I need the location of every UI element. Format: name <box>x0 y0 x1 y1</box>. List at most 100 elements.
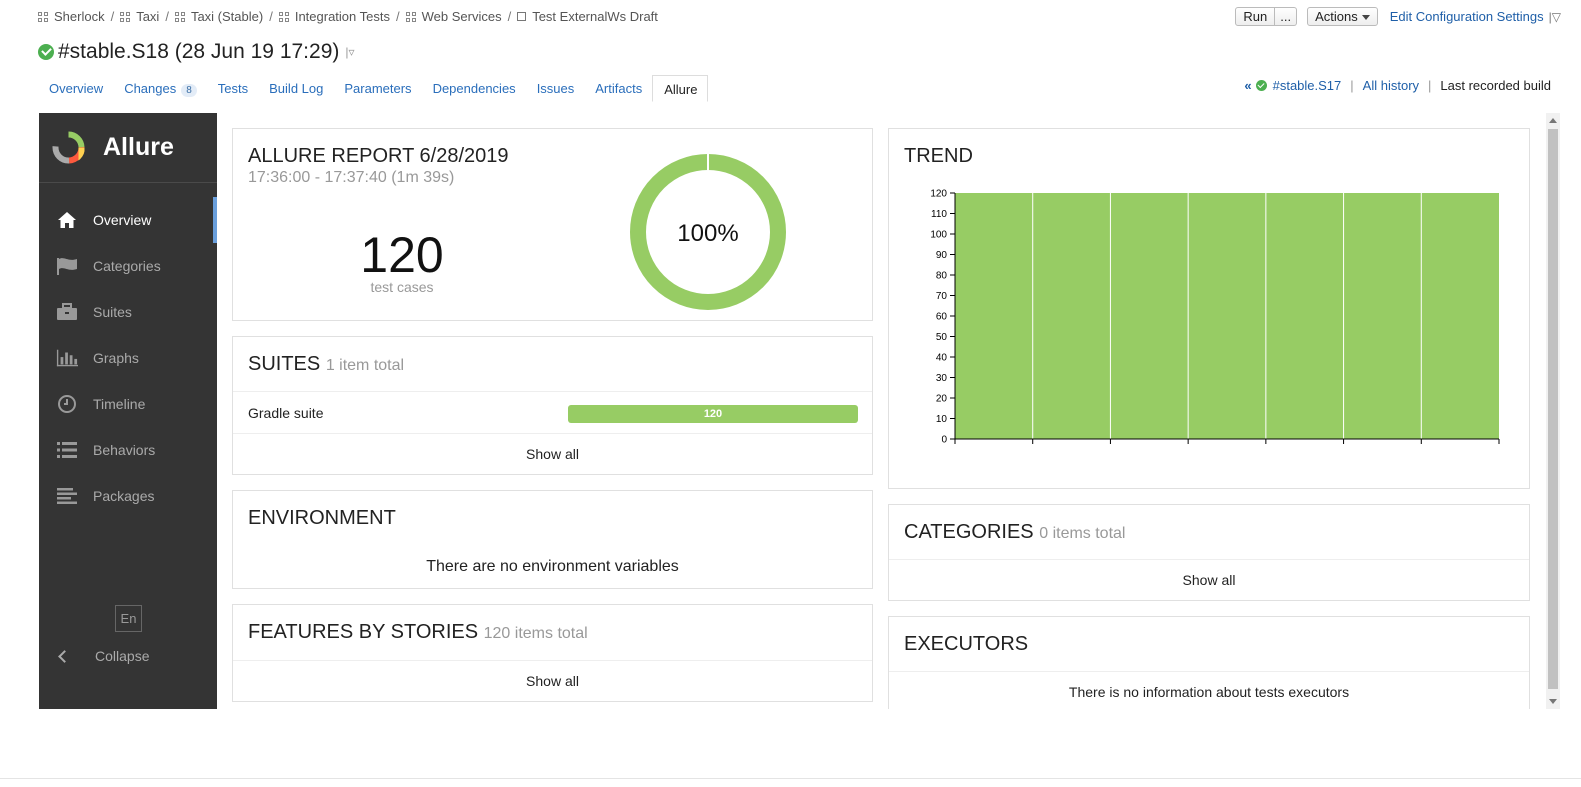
tab-issues[interactable]: Issues <box>526 75 585 102</box>
tab-allure[interactable]: Allure <box>652 75 709 102</box>
scroll-down-icon[interactable] <box>1549 699 1557 704</box>
divider <box>889 559 1529 560</box>
actions-label: Actions <box>1315 9 1358 24</box>
categories-card: CATEGORIES 0 items total Show all <box>888 504 1530 601</box>
breadcrumb-item[interactable]: Sherlock <box>38 9 105 24</box>
allure-nav-suites[interactable]: Suites <box>39 289 217 335</box>
tab-label: Parameters <box>344 81 412 96</box>
environment-card: ENVIRONMENT There are no environment var… <box>232 490 873 589</box>
suite-passed-bar[interactable]: 120 <box>568 405 858 423</box>
tab-overview[interactable]: Overview <box>38 75 113 102</box>
allure-logo-text: Allure <box>103 133 174 161</box>
trend-y-tick-label: 80 <box>936 271 948 282</box>
suites-card: SUITES 1 item total Gradle suite 120 Sho… <box>232 336 873 475</box>
teamcity-header: Sherlock / Taxi / Taxi (Stable) / Integration … <box>0 0 1581 113</box>
build-dropdown-icon[interactable]: |▿ <box>345 45 354 59</box>
suites-show-all-link[interactable]: Show all <box>233 446 872 462</box>
scroll-up-icon[interactable] <box>1549 118 1557 123</box>
tab-tests[interactable]: Tests <box>207 75 258 102</box>
trend-area[interactable] <box>955 193 1499 439</box>
allure-nav-packages[interactable]: Packages <box>39 473 217 519</box>
allure-nav-label: Packages <box>93 488 155 504</box>
tab-label: Artifacts <box>595 81 643 96</box>
breadcrumb-item[interactable]: Taxi <box>120 9 159 24</box>
all-history-link[interactable]: All history <box>1363 78 1419 93</box>
collapse-label: Collapse <box>95 648 150 664</box>
executors-title: EXECUTORS <box>904 633 1029 655</box>
run-button[interactable]: Run <box>1235 7 1276 26</box>
trend-y-tick-label: 50 <box>936 332 948 343</box>
build-tabs: Overview Changes 8 Tests Build Log Parameters… <box>38 75 709 102</box>
chevron-left-icon <box>58 649 71 663</box>
tab-label: Changes <box>124 81 177 96</box>
suite-name: Gradle suite <box>248 405 324 421</box>
trend-y-tick-label: 120 <box>930 189 947 200</box>
tab-label: Allure <box>664 82 698 97</box>
divider <box>889 671 1529 672</box>
collapse-button[interactable]: Collapse <box>39 643 217 669</box>
tab-artifacts[interactable]: Artifacts <box>584 75 652 102</box>
allure-overview-content: ALLURE REPORT 6/28/2019 17:36:00 - 17:37… <box>217 113 1545 709</box>
language-switch[interactable]: En <box>115 605 142 632</box>
allure-nav-label: Overview <box>93 212 152 228</box>
tab-label: Build Log <box>269 81 324 96</box>
edit-config-dropdown-icon[interactable]: |▽ <box>1549 10 1561 24</box>
breadcrumb-item[interactable]: Integration Tests <box>278 9 390 24</box>
allure-nav-label: Timeline <box>93 396 146 412</box>
previous-build-arrows-icon[interactable]: « <box>1244 78 1251 93</box>
trend-y-tick-label: 110 <box>931 209 947 220</box>
grid-icon <box>174 11 185 22</box>
environment-empty-message: There are no environment variables <box>426 558 679 575</box>
content-scrollbar[interactable] <box>1546 113 1560 709</box>
tab-dependencies[interactable]: Dependencies <box>422 75 526 102</box>
suites-title-text: SUITES <box>248 353 321 375</box>
tab-changes[interactable]: Changes 8 <box>113 75 207 102</box>
trend-y-tick-label: 0 <box>941 435 947 446</box>
breadcrumb-separator: / <box>269 9 273 24</box>
features-title: FEATURES BY STORIES 120 items total <box>233 605 872 644</box>
allure-logo-icon <box>52 131 85 164</box>
allure-nav-categories[interactable]: Categories <box>39 243 217 289</box>
top-actions: Run ... Actions Edit Configuration Setti… <box>1235 7 1561 26</box>
success-check-icon <box>38 44 54 60</box>
trend-card: TREND 0 10 20 30 40 50 60 70 80 90 100 110 120 <box>888 128 1530 489</box>
separator: | <box>1428 78 1432 93</box>
breadcrumb-separator: / <box>395 9 400 24</box>
grid-icon <box>38 11 48 22</box>
actions-button[interactable]: Actions <box>1307 7 1378 26</box>
tab-parameters[interactable]: Parameters <box>333 75 421 102</box>
trend-y-tick-label: 70 <box>936 291 948 302</box>
divider <box>233 660 872 661</box>
breadcrumb-item[interactable]: Test ExternalWs Draft <box>517 9 658 24</box>
allure-nav-overview[interactable]: Overview <box>39 197 217 243</box>
edit-configuration-link[interactable]: Edit Configuration Settings <box>1390 9 1544 24</box>
tab-build-log[interactable]: Build Log <box>258 75 333 102</box>
breadcrumb-item[interactable]: Web Services <box>405 9 502 24</box>
features-count: 120 items total <box>483 625 588 642</box>
previous-build-link[interactable]: #stable.S17 <box>1273 78 1342 93</box>
test-case-count: 120 <box>360 227 444 283</box>
breadcrumb-label: Taxi (Stable) <box>190 9 264 24</box>
breadcrumb-item[interactable]: Taxi (Stable) <box>174 9 264 24</box>
trend-chart[interactable]: 0 10 20 30 40 50 60 70 80 90 100 110 120 <box>899 181 1519 471</box>
allure-nav-behaviors[interactable]: Behaviors <box>39 427 217 473</box>
scrollbar-thumb[interactable] <box>1548 129 1558 689</box>
run-options-button[interactable]: ... <box>1275 7 1298 26</box>
success-check-icon <box>1255 80 1267 91</box>
categories-show-all-link[interactable]: Show all <box>889 572 1529 588</box>
footer-divider <box>0 778 1581 779</box>
allure-nav-label: Suites <box>93 304 132 320</box>
allure-nav-timeline[interactable]: Timeline <box>39 381 217 427</box>
pass-percent: 100% <box>677 220 738 247</box>
grid-icon <box>120 11 131 22</box>
pass-rate-donut[interactable]: 100% <box>629 153 787 311</box>
flag-icon <box>56 257 78 275</box>
caret-down-icon <box>1361 15 1370 21</box>
executors-empty-message: There is no information about tests exec… <box>1068 684 1350 700</box>
features-show-all-link[interactable]: Show all <box>233 673 872 689</box>
last-recorded-build: Last recorded build <box>1440 78 1551 93</box>
suite-row[interactable]: Gradle suite 120 <box>233 391 872 434</box>
allure-nav-graphs[interactable]: Graphs <box>39 335 217 381</box>
categories-count: 0 items total <box>1039 525 1126 542</box>
bar-chart-icon <box>56 349 78 367</box>
